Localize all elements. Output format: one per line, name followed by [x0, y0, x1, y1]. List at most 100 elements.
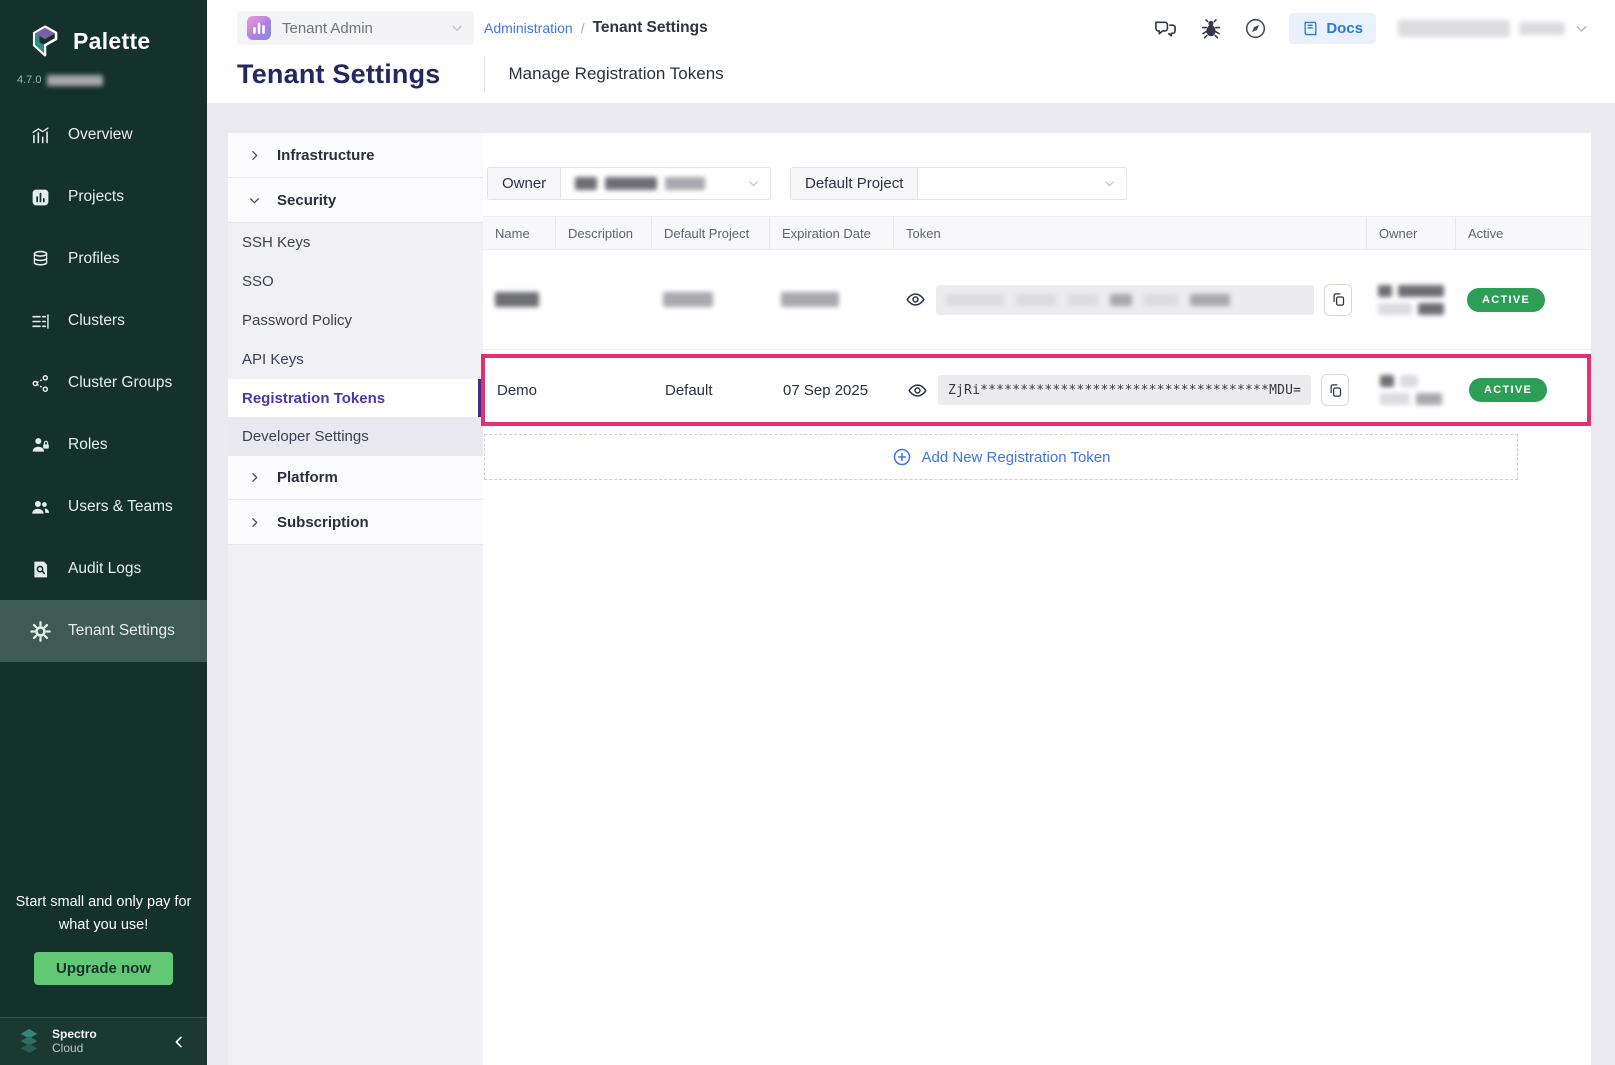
- add-new-registration-token-label: Add New Registration Token: [922, 449, 1111, 466]
- clusters-icon: [30, 311, 51, 332]
- profiles-icon: [30, 249, 51, 270]
- settings-item-password-policy[interactable]: Password Policy: [228, 301, 483, 340]
- owner-filter[interactable]: Owner: [487, 167, 771, 200]
- chevron-down-icon: [747, 177, 760, 190]
- bug-report-icon[interactable]: [1200, 17, 1222, 40]
- docs-button[interactable]: Docs: [1289, 13, 1376, 44]
- settings-group-subscription[interactable]: Subscription: [228, 500, 483, 545]
- sidebar-item-users-teams[interactable]: Users & Teams: [0, 476, 207, 538]
- breadcrumb-administration-link[interactable]: Administration: [484, 20, 573, 36]
- primary-sidebar: Palette 4.7.0 Overview Projects: [0, 0, 207, 1065]
- user-name-redacted: [1398, 20, 1510, 37]
- sidebar-item-clusters[interactable]: Clusters: [0, 290, 207, 352]
- settings-item-api-keys[interactable]: API Keys: [228, 340, 483, 379]
- version-suffix-redacted: [47, 75, 103, 86]
- token-value-redacted: [936, 285, 1314, 315]
- breadcrumb: Administration / Tenant Settings: [484, 19, 708, 37]
- breadcrumb-separator: /: [581, 20, 585, 36]
- token-default-project: Default: [653, 358, 771, 422]
- copy-token-button[interactable]: [1324, 284, 1352, 316]
- token-expiration-date: 07 Sep 2025: [771, 358, 895, 422]
- copy-token-button[interactable]: [1321, 374, 1349, 406]
- chevron-down-icon: [450, 21, 464, 35]
- add-new-registration-token-button[interactable]: Add New Registration Token: [484, 434, 1518, 480]
- column-header-default-project: Default Project: [651, 217, 769, 249]
- plus-circle-icon: [892, 447, 912, 467]
- owner-redacted: [1378, 285, 1444, 315]
- table-row: Demo Default 07 Sep 2025 ZjRi***********…: [485, 358, 1587, 422]
- scope-selector-label: Tenant Admin: [282, 20, 450, 37]
- collapse-sidebar-chevron-left-icon[interactable]: [171, 1034, 187, 1050]
- upsell-message: Start small and only pay for what you us…: [14, 891, 194, 936]
- user-menu[interactable]: [1398, 20, 1589, 37]
- roles-icon: [30, 435, 51, 456]
- sidebar-item-tenant-settings[interactable]: Tenant Settings: [0, 600, 207, 662]
- top-bar-actions: Docs: [1153, 13, 1589, 44]
- default-project-redacted: [663, 292, 713, 307]
- tenant-admin-icon: [247, 16, 271, 40]
- owner-filter-label: Owner: [488, 168, 561, 199]
- sidebar-item-roles[interactable]: Roles: [0, 414, 207, 476]
- sidebar-item-profiles[interactable]: Profiles: [0, 228, 207, 290]
- token-name: Demo: [485, 358, 557, 422]
- overview-icon: [30, 125, 51, 146]
- upgrade-now-button[interactable]: Upgrade now: [34, 952, 173, 985]
- projects-icon: [30, 187, 51, 208]
- upsell-block: Start small and only pay for what you us…: [0, 891, 207, 985]
- settings-group-security[interactable]: Security: [228, 178, 483, 223]
- page-title: Tenant Settings: [237, 59, 441, 90]
- title-divider: [484, 56, 485, 92]
- chevron-down-icon: [1574, 21, 1589, 36]
- expiration-date-redacted: [781, 292, 839, 307]
- owner-filter-value-redacted: [575, 177, 597, 190]
- status-badge-active: ACTIVE: [1467, 288, 1545, 312]
- user-name-redacted-2: [1519, 22, 1565, 35]
- docs-button-label: Docs: [1326, 20, 1363, 37]
- audit-logs-icon: [30, 559, 51, 580]
- brand-name: Palette: [73, 28, 151, 55]
- version-row: 4.7.0: [0, 60, 207, 86]
- registration-tokens-panel: Owner Default Project Name Description: [483, 133, 1591, 1065]
- settings-item-sso[interactable]: SSO: [228, 262, 483, 301]
- compass-icon[interactable]: [1244, 17, 1267, 40]
- default-project-filter[interactable]: Default Project: [790, 167, 1127, 200]
- book-icon: [1302, 20, 1319, 37]
- chevron-down-icon: [248, 194, 261, 207]
- column-header-description: Description: [555, 217, 651, 249]
- breadcrumb-current: Tenant Settings: [593, 19, 708, 37]
- name-redacted: [495, 292, 539, 307]
- sidebar-item-overview[interactable]: Overview: [0, 104, 207, 166]
- primary-nav: Overview Projects Profiles Clusters: [0, 104, 207, 662]
- top-bar: Tenant Admin Administration / Tenant Set…: [207, 0, 1615, 103]
- column-header-expiration-date: Expiration Date: [769, 217, 893, 249]
- settings-item-registration-tokens[interactable]: Registration Tokens: [228, 379, 483, 417]
- spectro-cloud-logo-icon: [16, 1028, 42, 1055]
- settings-group-infrastructure[interactable]: Infrastructure: [228, 133, 483, 178]
- spectro-cloud-brand: Spectro Cloud: [52, 1028, 97, 1056]
- scope-selector[interactable]: Tenant Admin: [237, 11, 474, 45]
- column-header-name: Name: [483, 217, 555, 249]
- settings-item-ssh-keys[interactable]: SSH Keys: [228, 223, 483, 262]
- settings-group-platform[interactable]: Platform: [228, 455, 483, 500]
- sidebar-item-audit-logs[interactable]: Audit Logs: [0, 538, 207, 600]
- chevron-down-icon: [1103, 177, 1116, 190]
- settings-nav: Infrastructure Security SSH Keys SSO Pas…: [228, 133, 483, 1065]
- page-subtitle: Manage Registration Tokens: [509, 64, 724, 84]
- table-header: Name Description Default Project Expirat…: [483, 216, 1591, 250]
- owner-filter-value-redacted: [605, 177, 657, 190]
- column-header-active: Active: [1455, 217, 1591, 249]
- sidebar-item-projects[interactable]: Projects: [0, 166, 207, 228]
- show-token-eye-icon[interactable]: [905, 289, 926, 310]
- brand-logo-row: Palette: [0, 0, 207, 60]
- sidebar-footer: Spectro Cloud: [0, 1017, 207, 1065]
- settings-item-developer-settings[interactable]: Developer Settings: [228, 417, 483, 455]
- token-masked-value: ZjRi************************************…: [938, 375, 1311, 405]
- highlight-annotation-box: Demo Default 07 Sep 2025 ZjRi***********…: [481, 354, 1591, 426]
- column-header-token: Token: [893, 217, 1366, 249]
- palette-logo-icon: [28, 22, 62, 60]
- chevron-right-icon: [248, 149, 261, 162]
- show-token-eye-icon[interactable]: [907, 380, 928, 401]
- cluster-groups-icon: [30, 373, 51, 394]
- sidebar-item-cluster-groups[interactable]: Cluster Groups: [0, 352, 207, 414]
- chat-icon[interactable]: [1153, 17, 1178, 40]
